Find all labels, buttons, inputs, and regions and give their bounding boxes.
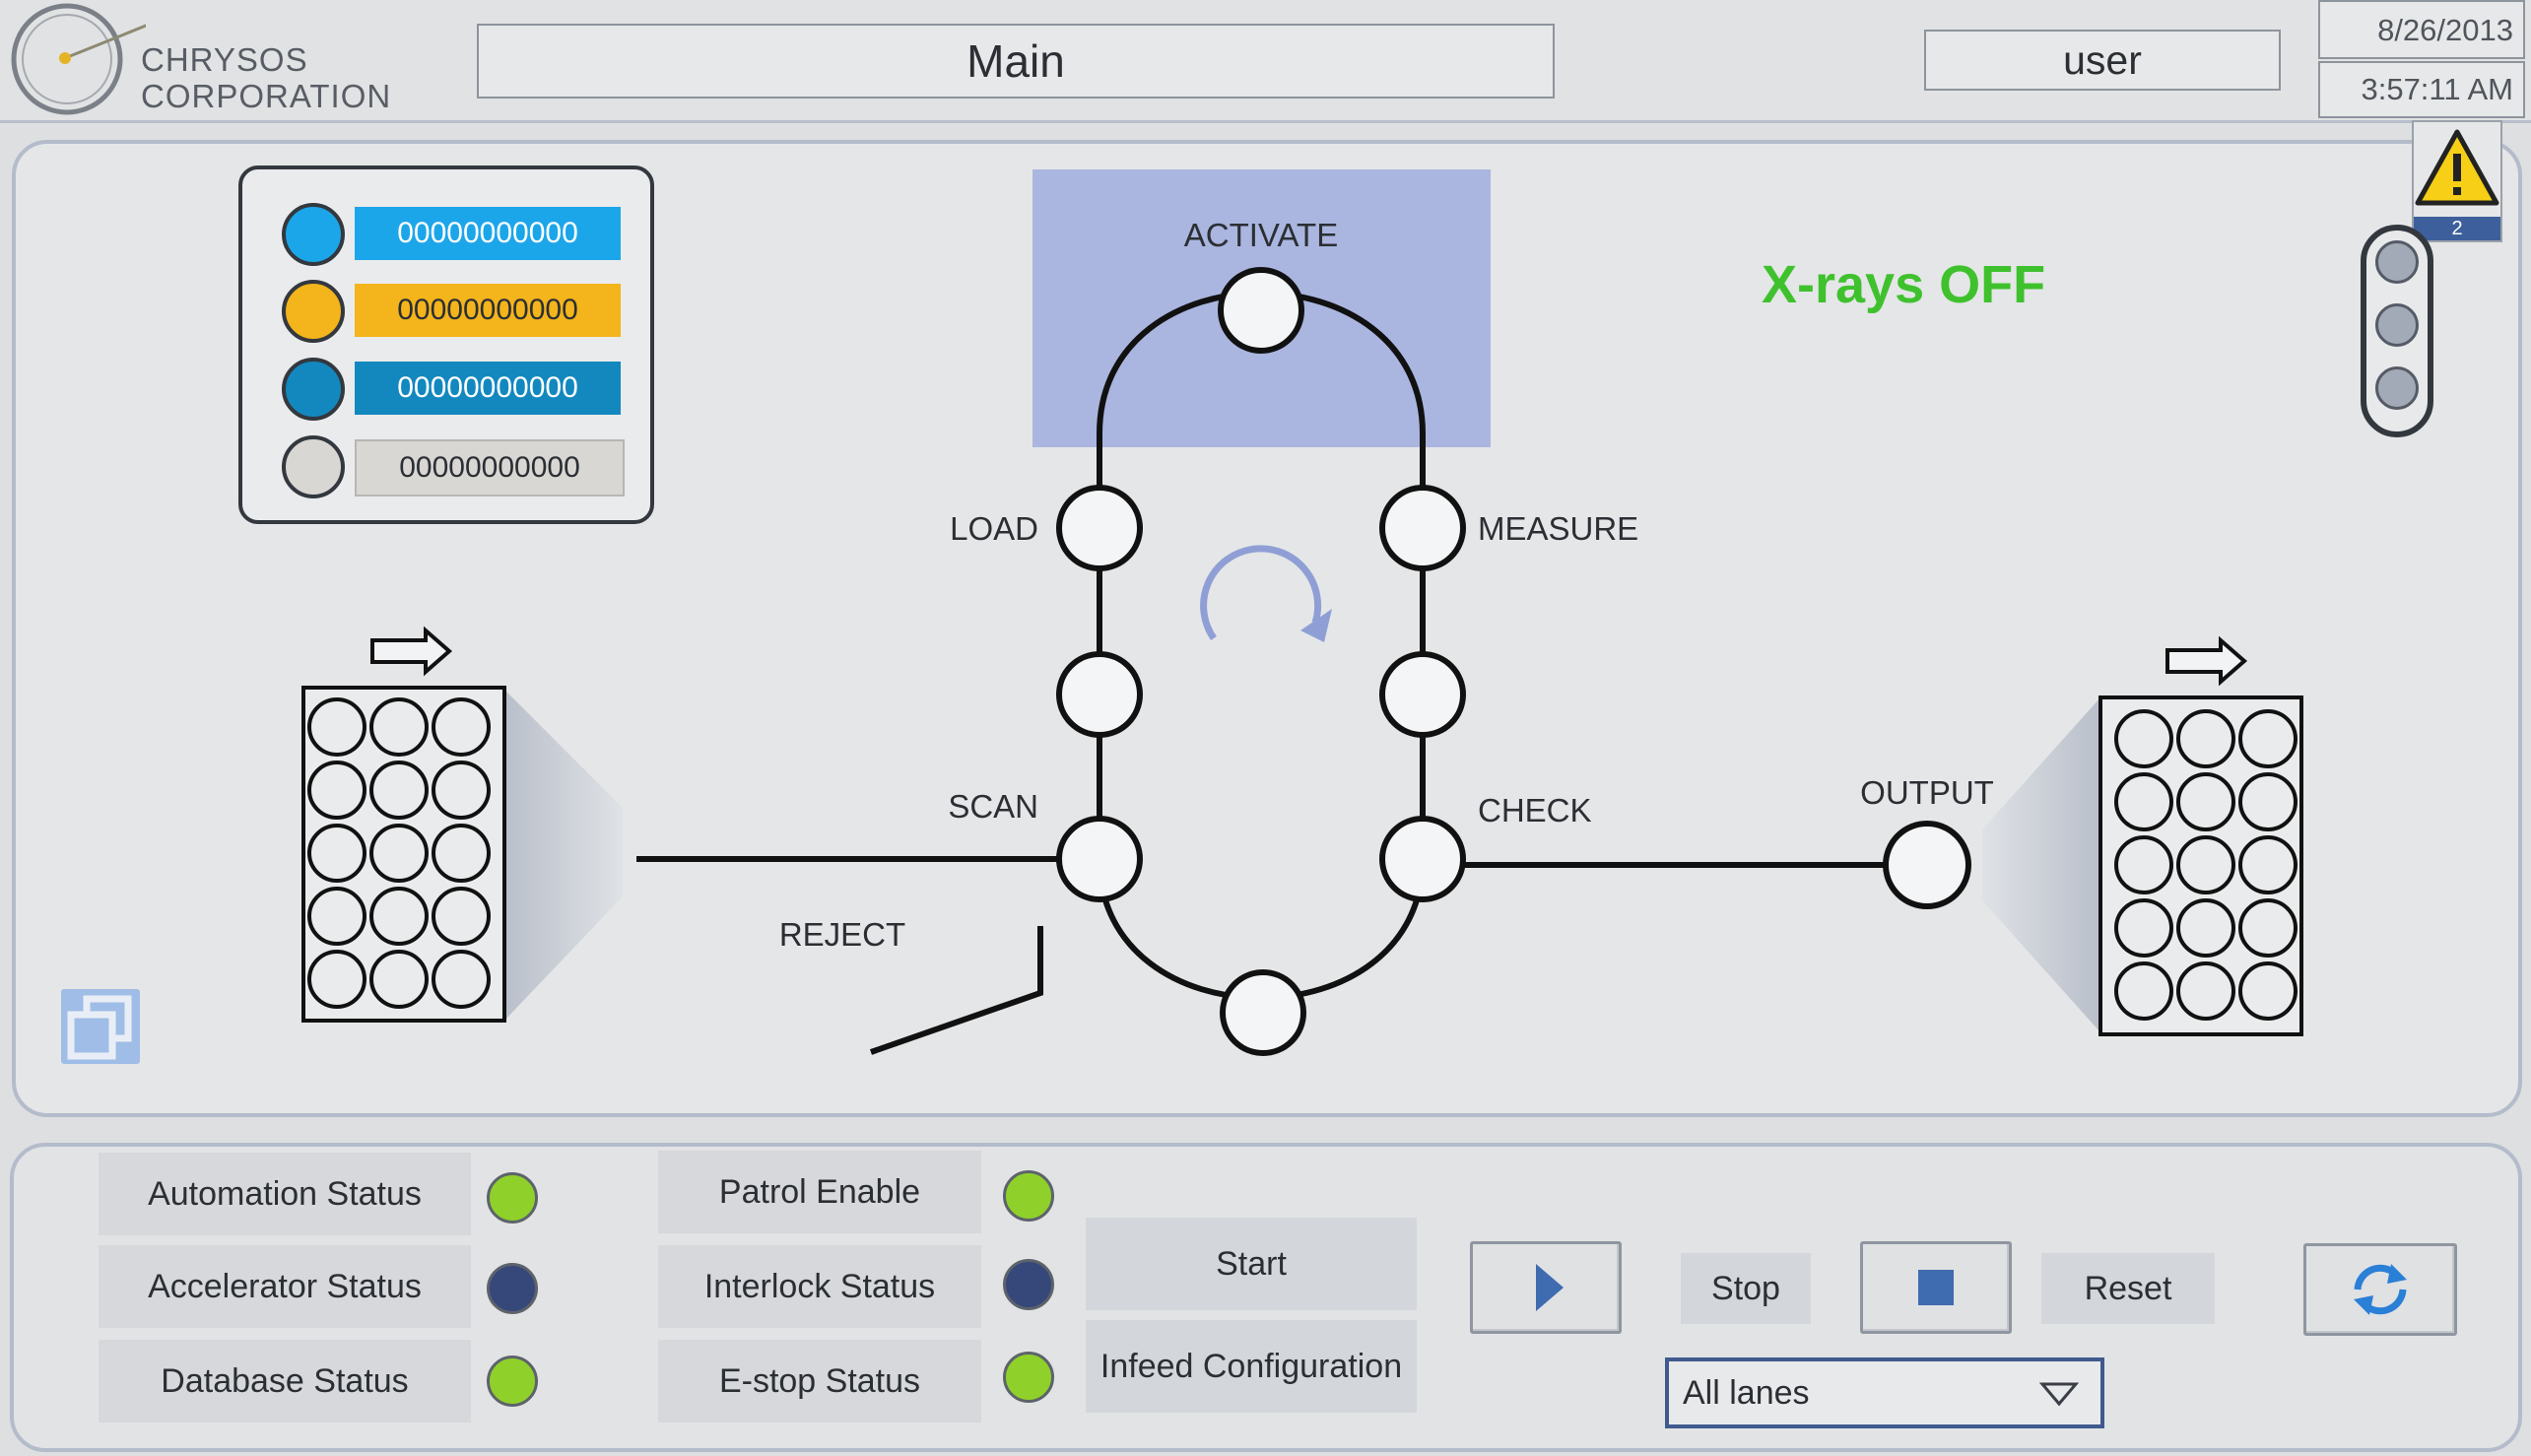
stop-square-button[interactable] bbox=[1860, 1241, 2012, 1334]
accelerator-status-led bbox=[487, 1263, 538, 1314]
accelerator-status-label[interactable]: Accelerator Status bbox=[99, 1245, 471, 1328]
lanes-dropdown-value: All lanes bbox=[1683, 1374, 1810, 1412]
station-check[interactable] bbox=[1379, 816, 1466, 902]
interlock-status-led bbox=[1003, 1259, 1054, 1310]
label-load: LOAD bbox=[950, 510, 1038, 547]
estop-status-label[interactable]: E-stop Status bbox=[658, 1340, 981, 1423]
chevron-down-icon bbox=[2039, 1382, 2079, 1407]
station-left-mid[interactable] bbox=[1056, 651, 1143, 738]
station-output[interactable] bbox=[1883, 821, 1971, 909]
infeed-direction-arrow-icon bbox=[370, 626, 453, 677]
restore-window-button[interactable] bbox=[57, 985, 144, 1068]
infeed-hopper bbox=[504, 690, 623, 1021]
label-activate: ACTIVATE bbox=[1184, 217, 1338, 253]
output-hopper bbox=[1982, 697, 2100, 1032]
station-measure[interactable] bbox=[1379, 485, 1466, 571]
label-output: OUTPUT bbox=[1860, 774, 1994, 811]
label-check: CHECK bbox=[1478, 792, 1592, 828]
patrol-enable-led bbox=[1003, 1170, 1054, 1222]
rotation-arrow-icon bbox=[1200, 545, 1322, 640]
estop-status-led bbox=[1003, 1352, 1054, 1403]
stop-button[interactable]: Stop bbox=[1681, 1253, 1811, 1324]
refresh-icon bbox=[2354, 1264, 2407, 1315]
output-direction-arrow-icon bbox=[2165, 635, 2248, 687]
restore-window-icon bbox=[61, 989, 140, 1064]
automation-status-label[interactable]: Automation Status bbox=[99, 1153, 471, 1235]
output-tray bbox=[2098, 695, 2303, 1036]
lanes-dropdown[interactable]: All lanes bbox=[1665, 1357, 2104, 1428]
label-reject: REJECT bbox=[779, 916, 905, 953]
label-measure: MEASURE bbox=[1478, 510, 1638, 547]
play-button[interactable] bbox=[1470, 1241, 1622, 1334]
refresh-button[interactable] bbox=[2303, 1243, 2457, 1336]
interlock-status-label[interactable]: Interlock Status bbox=[658, 1245, 981, 1328]
stop-square-icon bbox=[1918, 1270, 1954, 1305]
start-button[interactable]: Start bbox=[1086, 1218, 1417, 1310]
station-right-mid[interactable] bbox=[1379, 651, 1466, 738]
infeed-configuration-button[interactable]: Infeed Configuration bbox=[1086, 1320, 1417, 1413]
reset-button[interactable]: Reset bbox=[2041, 1253, 2215, 1324]
station-bottom[interactable] bbox=[1220, 969, 1306, 1056]
automation-status-led bbox=[487, 1172, 538, 1224]
infeed-tray bbox=[301, 686, 506, 1023]
label-scan: SCAN bbox=[948, 788, 1038, 825]
database-status-led bbox=[487, 1356, 538, 1407]
database-status-label[interactable]: Database Status bbox=[99, 1340, 471, 1423]
patrol-enable-label[interactable]: Patrol Enable bbox=[658, 1151, 981, 1233]
play-icon bbox=[1536, 1264, 1564, 1311]
station-load[interactable] bbox=[1056, 485, 1143, 571]
station-scan[interactable] bbox=[1056, 816, 1143, 902]
station-activate[interactable] bbox=[1218, 267, 1304, 354]
process-diagram: ACTIVATE LOAD MEASURE SCAN CHECK REJECT … bbox=[301, 169, 2303, 1056]
